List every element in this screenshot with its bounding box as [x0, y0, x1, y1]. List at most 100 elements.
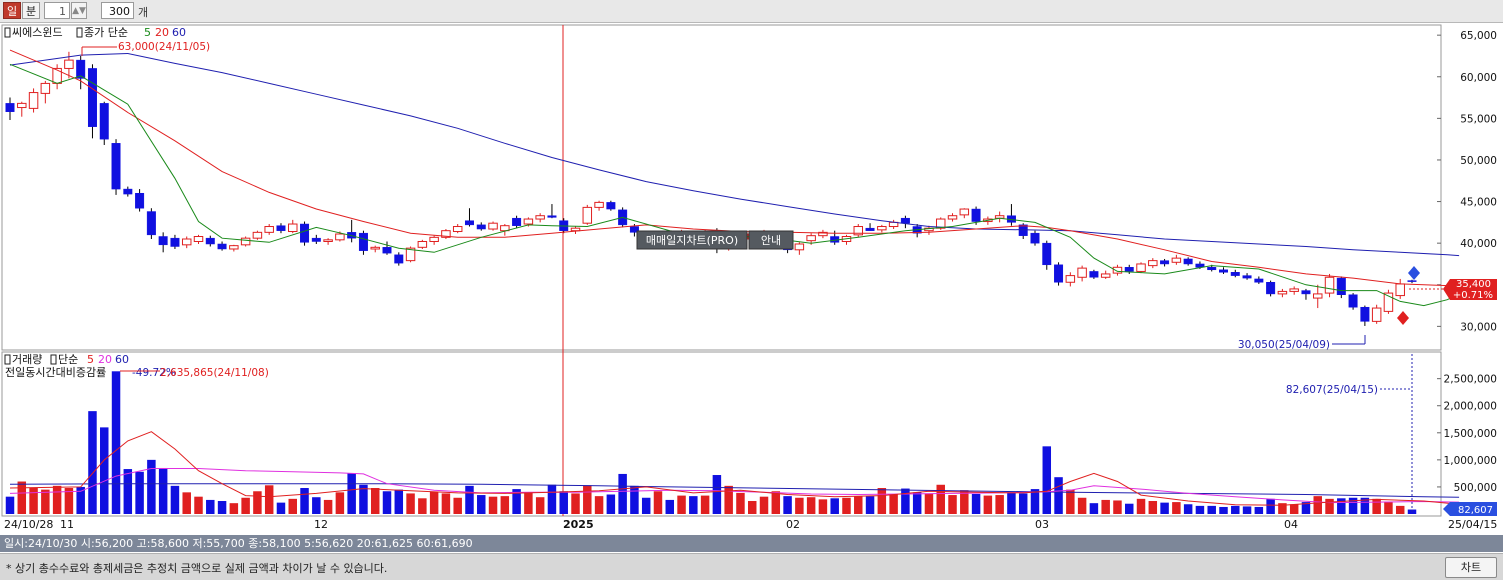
volume-bar	[571, 493, 580, 514]
price-tick-label: 60,000	[1460, 72, 1497, 84]
candle-body	[323, 239, 333, 242]
vol-ma60-label: 60	[115, 353, 129, 366]
volume-bar	[465, 485, 474, 514]
candle-body	[146, 211, 156, 236]
candle-body	[971, 208, 981, 222]
ma20-label: 20	[155, 26, 169, 39]
volume-bar	[347, 473, 356, 514]
volume-high-label: 2,635,865(24/11/08)	[160, 367, 269, 379]
candle-body	[1136, 263, 1146, 272]
candle-body	[1042, 242, 1052, 266]
volume-bar	[842, 497, 851, 514]
volume-bar	[488, 496, 498, 514]
candle-body	[1277, 290, 1288, 295]
candle-body	[1030, 232, 1040, 244]
volume-bar	[606, 494, 616, 514]
spin-icon[interactable]: ▲▼	[71, 2, 87, 19]
volume-bar	[41, 489, 50, 514]
candle-body	[1160, 260, 1170, 265]
volume-bar	[641, 497, 651, 514]
volume-bar	[630, 485, 639, 514]
volume-bar	[1219, 506, 1228, 514]
volume-bar	[583, 485, 592, 514]
candle-body	[1289, 288, 1299, 292]
candle-body	[52, 67, 62, 84]
vol-ma20-line	[9, 468, 1460, 504]
candle-body	[252, 231, 263, 239]
candle-body	[1254, 278, 1264, 283]
candle-body	[1171, 257, 1182, 263]
price-ma-lines	[9, 49, 1460, 307]
current-price-tag: 35,400 +0.71%	[1443, 279, 1497, 301]
volume-bar	[771, 491, 781, 514]
candle-body	[570, 227, 581, 232]
volume-bar	[1195, 505, 1205, 514]
candle-body	[111, 143, 121, 190]
x-month-label: 02	[786, 518, 800, 531]
chart-canvas[interactable]: 65,00060,00055,00050,00045,00040,00035,0…	[0, 23, 1503, 533]
sell-signal-icon[interactable]	[1397, 311, 1409, 325]
volume-bar	[1160, 502, 1169, 514]
candle-body	[1077, 267, 1087, 278]
trade-journal-tooltip[interactable]: 매매일지차트(PRO) 안내	[636, 230, 794, 250]
candle-body	[877, 226, 887, 231]
volume-bar	[1372, 498, 1381, 514]
volume-bar	[700, 495, 710, 514]
candle-body	[193, 236, 204, 242]
candle-body	[370, 246, 380, 250]
candle-body	[40, 82, 51, 94]
candle-body	[429, 236, 439, 242]
volume-bar	[689, 496, 698, 514]
candle-body	[358, 232, 368, 251]
chart-button[interactable]: 차트	[1445, 557, 1497, 578]
volume-bar	[995, 495, 1004, 514]
candle-body	[900, 217, 910, 224]
volume-bar	[806, 497, 816, 514]
candle-body	[1301, 290, 1311, 295]
volume-bar	[276, 502, 286, 514]
candle-body	[158, 236, 168, 246]
candle-body	[1124, 267, 1134, 272]
volume-bar	[52, 485, 62, 514]
volume-bar	[477, 495, 486, 514]
volume-bar	[441, 493, 451, 514]
volume-bar	[889, 494, 898, 514]
notice-text: * 상기 총수수료와 총제세금은 추정치 금액으로 실제 금액과 차이가 날 수…	[6, 562, 388, 575]
volume-compare-label: 전일동시간대비증감률	[5, 365, 106, 379]
price-legend: 씨에스윈드 종가 단순 5 20 60	[4, 25, 186, 39]
volume-bar	[394, 489, 404, 514]
volume-bar	[618, 473, 627, 514]
stock-chart[interactable]: 65,00060,00055,00050,00045,00040,00035,0…	[0, 23, 1503, 533]
candle-body	[464, 220, 474, 226]
candle-body	[335, 233, 345, 241]
volume-bar	[300, 488, 309, 514]
candle-body	[382, 247, 392, 254]
volume-bar	[147, 459, 156, 514]
day-period-button[interactable]: 일	[3, 2, 21, 19]
volume-bar	[983, 495, 993, 514]
volume-bar	[1101, 499, 1110, 514]
volume-bar	[924, 493, 934, 514]
price-candles	[5, 51, 1417, 326]
candle-body	[99, 103, 109, 140]
candle-body	[417, 240, 428, 248]
volume-bar	[382, 491, 392, 514]
volume-bar	[854, 496, 863, 514]
volume-bar	[1289, 504, 1299, 514]
buy-signal-icon[interactable]	[1408, 266, 1420, 280]
interval-input[interactable]: 1	[44, 2, 70, 19]
candle-body	[606, 202, 616, 210]
volume-series-label: 단순	[58, 353, 78, 366]
trade-journal-label: 매매일지차트(PRO)	[646, 233, 738, 247]
volume-bar	[1018, 493, 1028, 514]
volume-bar	[677, 495, 686, 514]
volume-tick-label: 1,500,000	[1444, 428, 1497, 440]
volume-bar	[100, 427, 109, 514]
current-change-pct: +0.71%	[1453, 290, 1493, 301]
volume-bar	[736, 492, 745, 514]
toolbar: 일 분 1 ▲▼ 300 개	[0, 0, 1503, 23]
volume-tick-label: 1,000,000	[1444, 455, 1497, 467]
volume-bar	[1395, 505, 1405, 514]
minute-period-button[interactable]: 분	[22, 2, 40, 19]
candle-count-input[interactable]: 300	[101, 2, 134, 19]
